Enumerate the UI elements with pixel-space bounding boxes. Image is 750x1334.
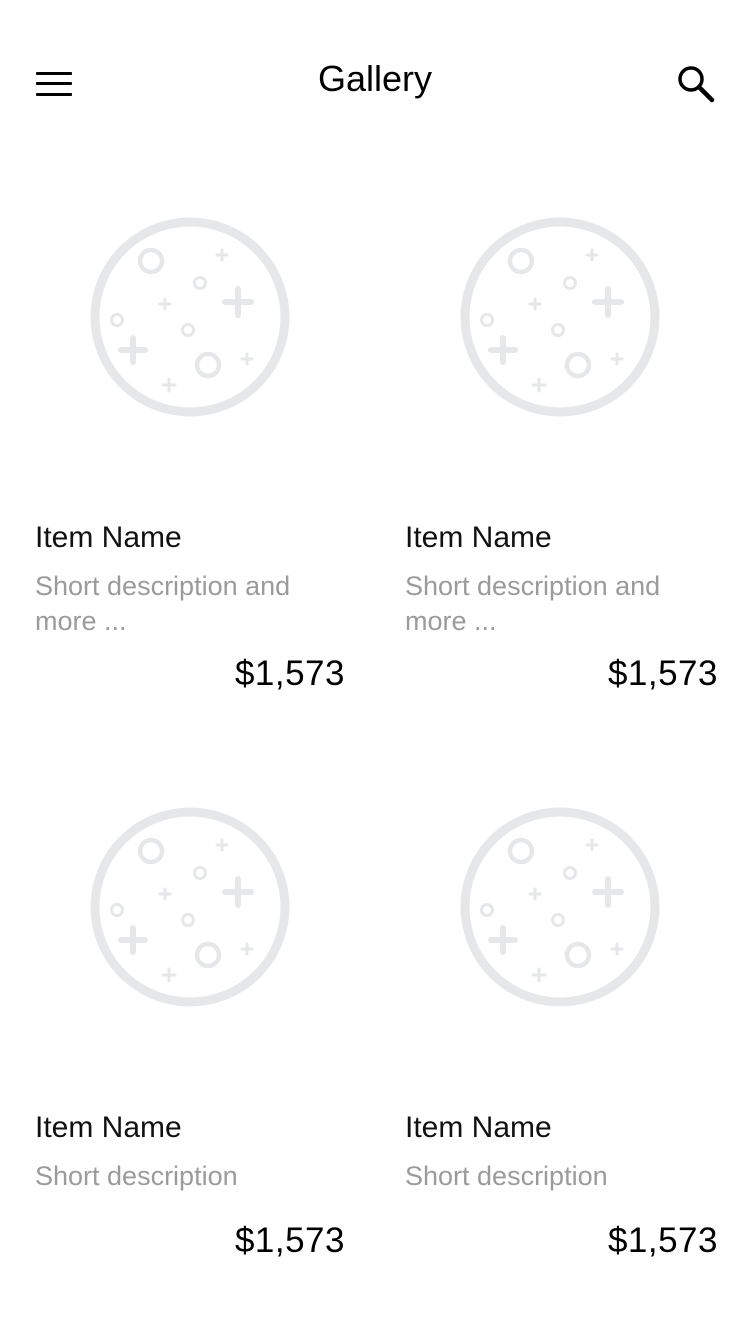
item-price: $1,573 [607,654,718,693]
item-description: Short description [405,1161,608,1191]
search-icon[interactable] [676,64,716,104]
gallery-card[interactable]: Item Name Short description $1,573 [35,807,355,1267]
placeholder-image-icon [90,217,290,417]
item-name: Item Name [35,521,182,554]
gallery-card[interactable]: Item Name Short description and more ...… [405,217,725,697]
item-description: Short description and more ... [35,571,291,636]
placeholder-image-icon [90,807,290,1007]
item-price: $1,573 [234,1221,345,1260]
gallery-card[interactable]: Item Name Short description $1,573 [405,807,725,1267]
item-name: Item Name [405,521,552,554]
item-description: Short description [35,1161,238,1191]
item-description: Short description and more ... [405,571,661,636]
page-title: Gallery [317,58,433,99]
placeholder-image-icon [460,807,660,1007]
app-header: Gallery [0,0,750,160]
item-price: $1,573 [234,654,345,693]
gallery-card[interactable]: Item Name Short description and more ...… [35,217,355,697]
item-name: Item Name [35,1111,182,1144]
placeholder-image-icon [460,217,660,417]
item-price: $1,573 [607,1221,718,1260]
item-name: Item Name [405,1111,552,1144]
